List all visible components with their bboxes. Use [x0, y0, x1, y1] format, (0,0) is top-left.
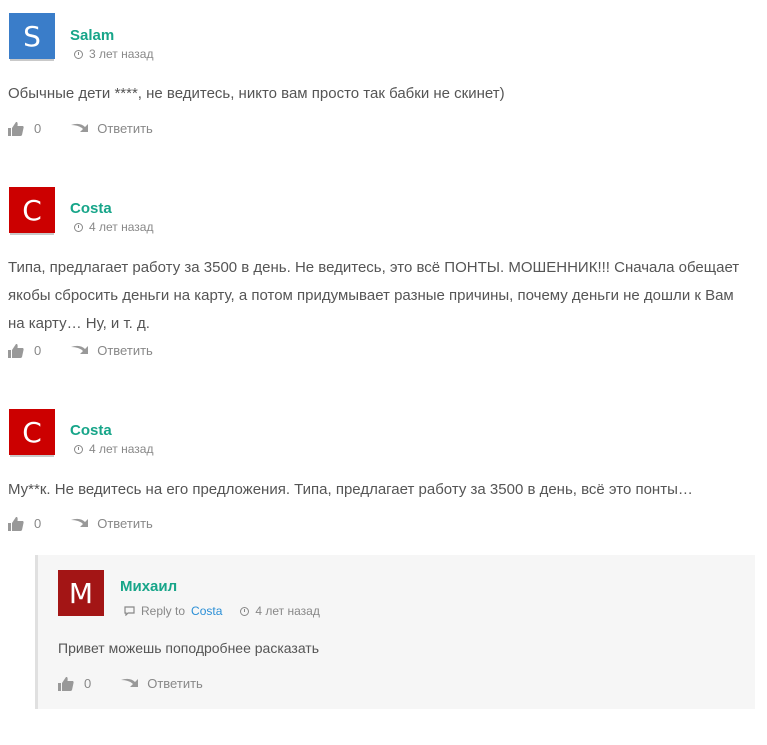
reply-arrow-icon — [71, 123, 89, 132]
reply-to-link[interactable]: Costa — [191, 604, 222, 618]
reply-button[interactable]: Ответить — [71, 121, 153, 136]
comment-author[interactable]: Михаил — [120, 578, 177, 595]
comment-text: Типа, предлагает работу за 3500 в день. … — [8, 259, 740, 332]
comment-actions: 0 Ответить — [8, 121, 153, 136]
comment-author[interactable]: Costa — [70, 422, 112, 439]
comment-meta: 3 лет назад — [74, 47, 153, 61]
speech-bubble-icon — [124, 606, 135, 616]
thumbs-up-icon[interactable] — [8, 121, 24, 136]
comment-time: 4 лет назад — [89, 220, 154, 234]
comment-actions: 0 Ответить — [58, 676, 203, 691]
comment-text: Обычные дети ****, не ведитесь, никто ва… — [8, 85, 505, 102]
comment-author[interactable]: Salam — [70, 27, 114, 44]
avatar[interactable]: C — [9, 409, 55, 455]
comment-time: 3 лет назад — [89, 47, 154, 61]
reply-to-label: Reply to — [141, 604, 186, 618]
nested-reply: M Михаил Reply to Costa 4 лет назад Прив… — [35, 555, 755, 709]
reply-button[interactable]: Ответить — [71, 516, 153, 531]
reply-label[interactable]: Ответить — [97, 121, 153, 136]
reply-button[interactable]: Ответить — [121, 676, 203, 691]
avatar[interactable]: S — [9, 13, 55, 59]
comment-actions: 0 Ответить — [8, 516, 153, 531]
like-count: 0 — [34, 121, 42, 136]
clock-icon — [74, 49, 83, 59]
thumbs-up-icon[interactable] — [8, 343, 24, 358]
comment-author[interactable]: Costa — [70, 200, 112, 217]
like-count: 0 — [34, 343, 42, 358]
like-count: 0 — [34, 516, 42, 531]
clock-icon — [74, 222, 83, 232]
comment-text: Привет можешь поподробнее расказать — [58, 640, 320, 656]
clock-icon — [74, 444, 83, 454]
thumbs-up-icon[interactable] — [8, 516, 24, 531]
thumbs-up-icon[interactable] — [58, 676, 74, 691]
like-count: 0 — [84, 676, 92, 691]
reply-arrow-icon — [121, 678, 139, 687]
comment-actions: 0 Ответить — [8, 343, 153, 358]
comment-meta: Reply to Costa 4 лет назад — [124, 604, 320, 618]
reply-label[interactable]: Ответить — [147, 676, 203, 691]
avatar[interactable]: M — [58, 570, 104, 616]
reply-arrow-icon — [71, 518, 89, 527]
avatar[interactable]: C — [9, 187, 55, 233]
comment-text: Му**к. Не ведитесь на его предложения. Т… — [8, 481, 693, 498]
clock-icon — [240, 606, 250, 616]
reply-label[interactable]: Ответить — [97, 343, 153, 358]
reply-button[interactable]: Ответить — [71, 343, 153, 358]
reply-arrow-icon — [71, 345, 89, 354]
comment-meta: 4 лет назад — [74, 442, 153, 456]
comment-time: 4 лет назад — [89, 442, 154, 456]
comment-time: 4 лет назад — [255, 604, 320, 618]
reply-label[interactable]: Ответить — [97, 516, 153, 531]
comment-meta: 4 лет назад — [74, 220, 153, 234]
